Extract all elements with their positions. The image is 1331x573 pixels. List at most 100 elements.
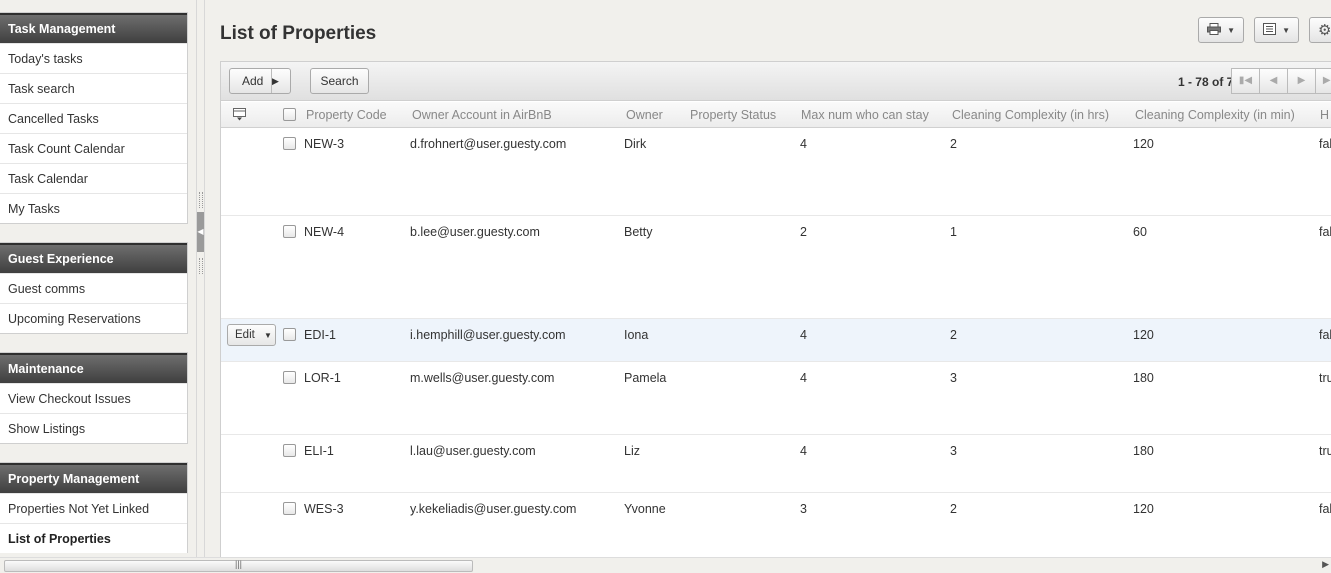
cell-property-code: NEW-3 bbox=[304, 137, 345, 151]
gear-icon: ⚙ bbox=[1318, 22, 1331, 39]
edit-button[interactable]: Edit ▼ bbox=[227, 324, 276, 346]
menu-group-title: Maintenance bbox=[0, 353, 187, 383]
column-header-max-guests[interactable]: Max num who can stay bbox=[801, 102, 929, 128]
cell-owner: Liz bbox=[624, 444, 640, 458]
cell-owner: Dirk bbox=[624, 137, 647, 151]
grip-icon: ||| bbox=[235, 559, 243, 569]
view-options-button[interactable]: ▼ bbox=[1254, 17, 1299, 43]
sidebar-item-task-count-calendar[interactable]: Task Count Calendar bbox=[0, 133, 187, 163]
cell-owner: Iona bbox=[624, 328, 649, 342]
table-row[interactable]: WES-3 y.kekeliadis@user.guesty.com Yvonn… bbox=[221, 493, 1331, 557]
cell-property-code: LOR-1 bbox=[304, 371, 341, 385]
menu-group-maintenance: Maintenance View Checkout Issues Show Li… bbox=[0, 352, 188, 444]
cell-owner: Yvonne bbox=[624, 502, 666, 516]
chevron-down-icon: ▼ bbox=[1282, 25, 1290, 35]
print-button[interactable]: ▼ bbox=[1198, 17, 1245, 43]
next-page-icon[interactable]: ▶ bbox=[1287, 68, 1316, 94]
cell-cleaning-min: 120 bbox=[1133, 328, 1154, 342]
splitter-grip bbox=[199, 258, 203, 274]
menu-group-title: Property Management bbox=[0, 463, 187, 493]
collapse-sidebar-icon[interactable]: ◀ bbox=[197, 212, 204, 252]
cell-property-code: NEW-4 bbox=[304, 225, 345, 239]
splitter-grip bbox=[199, 192, 203, 208]
cell-h: fal bbox=[1319, 137, 1331, 151]
settings-button[interactable]: ⚙ bbox=[1309, 17, 1331, 43]
first-page-icon[interactable]: ▮◀ bbox=[1231, 68, 1260, 94]
page-title: List of Properties bbox=[220, 23, 377, 44]
edit-button-label: Edit bbox=[235, 329, 255, 341]
column-header-owner[interactable]: Owner bbox=[626, 102, 663, 128]
table-row[interactable]: NEW-3 d.frohnert@user.guesty.com Dirk 4 … bbox=[221, 128, 1331, 216]
cell-cleaning-min: 120 bbox=[1133, 137, 1154, 151]
row-checkbox[interactable] bbox=[283, 444, 296, 457]
sidebar-item-show-listings[interactable]: Show Listings bbox=[0, 413, 187, 443]
sidebar-item-list-of-properties[interactable]: List of Properties bbox=[0, 523, 187, 553]
cell-cleaning-hrs: 3 bbox=[950, 444, 957, 458]
sidebar-item-task-calendar[interactable]: Task Calendar bbox=[0, 163, 187, 193]
cell-property-code: ELI-1 bbox=[304, 444, 334, 458]
cell-property-code: WES-3 bbox=[304, 502, 344, 516]
sidebar-item-properties-not-yet-linked[interactable]: Properties Not Yet Linked bbox=[0, 493, 187, 523]
prev-page-icon[interactable]: ◀ bbox=[1259, 68, 1288, 94]
table-row[interactable]: NEW-4 b.lee@user.guesty.com Betty 2 1 60… bbox=[221, 216, 1331, 319]
column-header-cleaning-hrs[interactable]: Cleaning Complexity (in hrs) bbox=[952, 102, 1109, 128]
menu-group-property-management: Property Management Properties Not Yet L… bbox=[0, 462, 188, 553]
last-page-icon[interactable]: ▶▮ bbox=[1315, 68, 1331, 94]
table-header: Property Code Owner Account in AirBnB Ow… bbox=[221, 102, 1331, 128]
cell-cleaning-hrs: 1 bbox=[950, 225, 957, 239]
column-header-property-code[interactable]: Property Code bbox=[306, 102, 387, 128]
chevron-down-icon: ▼ bbox=[264, 331, 272, 340]
cell-h: tru bbox=[1319, 371, 1331, 385]
table-row[interactable]: LOR-1 m.wells@user.guesty.com Pamela 4 3… bbox=[221, 362, 1331, 435]
row-checkbox[interactable] bbox=[283, 371, 296, 384]
sidebar-item-guest-comms[interactable]: Guest comms bbox=[0, 273, 187, 303]
cell-max-guests: 4 bbox=[800, 137, 807, 151]
horizontal-scrollbar[interactable]: ||| ▶ bbox=[0, 557, 1331, 573]
column-header-property-status[interactable]: Property Status bbox=[690, 102, 776, 128]
column-header-h[interactable]: H bbox=[1320, 102, 1329, 128]
cell-cleaning-min: 180 bbox=[1133, 371, 1154, 385]
table-row[interactable]: Edit ▼ EDI-1 i.hemphill@user.guesty.com … bbox=[221, 319, 1331, 362]
chevron-down-icon: ▼ bbox=[1227, 25, 1236, 35]
sidebar-item-upcoming-reservations[interactable]: Upcoming Reservations bbox=[0, 303, 187, 333]
cell-owner-account: d.frohnert@user.guesty.com bbox=[410, 137, 567, 151]
cell-cleaning-min: 60 bbox=[1133, 225, 1147, 239]
sidebar-item-view-checkout-issues[interactable]: View Checkout Issues bbox=[0, 383, 187, 413]
cell-owner: Betty bbox=[624, 225, 653, 239]
column-header-owner-account[interactable]: Owner Account in AirBnB bbox=[412, 102, 552, 128]
cell-owner-account: y.kekeliadis@user.guesty.com bbox=[410, 502, 577, 516]
scroll-right-icon[interactable]: ▶ bbox=[1322, 559, 1329, 570]
main-content: List of Properties ▼ ▼ ⚙ Add ▶ Search 1 … bbox=[206, 0, 1331, 573]
cell-cleaning-hrs: 3 bbox=[950, 371, 957, 385]
list-view-icon bbox=[1263, 22, 1277, 38]
cell-max-guests: 4 bbox=[800, 444, 807, 458]
cell-max-guests: 2 bbox=[800, 225, 807, 239]
printer-icon bbox=[1207, 22, 1222, 38]
row-checkbox[interactable] bbox=[283, 225, 296, 238]
sidebar-item-my-tasks[interactable]: My Tasks bbox=[0, 193, 187, 223]
sidebar-splitter[interactable]: ◀ bbox=[196, 0, 205, 573]
cell-h: tru bbox=[1319, 444, 1331, 458]
cell-cleaning-hrs: 2 bbox=[950, 502, 957, 516]
sidebar-item-cancelled-tasks[interactable]: Cancelled Tasks bbox=[0, 103, 187, 133]
table-row[interactable]: ELI-1 l.lau@user.guesty.com Liz 4 3 180 … bbox=[221, 435, 1331, 493]
select-all-checkbox[interactable] bbox=[283, 108, 296, 121]
add-button[interactable]: Add ▶ bbox=[229, 68, 291, 94]
cell-owner-account: b.lee@user.guesty.com bbox=[410, 225, 540, 239]
cell-owner: Pamela bbox=[624, 371, 667, 385]
top-tools: ▼ ▼ ⚙ bbox=[1198, 17, 1331, 43]
chevron-right-icon[interactable]: ▶ bbox=[271, 69, 290, 93]
row-checkbox[interactable] bbox=[283, 502, 296, 515]
cell-h: fal bbox=[1319, 225, 1331, 239]
sidebar-item-todays-tasks[interactable]: Today's tasks bbox=[0, 43, 187, 73]
sidebar-item-task-search[interactable]: Task search bbox=[0, 73, 187, 103]
cell-property-code: EDI-1 bbox=[304, 328, 336, 342]
column-chooser-icon[interactable] bbox=[233, 102, 246, 128]
scrollbar-thumb[interactable]: ||| bbox=[4, 559, 473, 572]
cell-h: fal bbox=[1319, 502, 1331, 516]
search-button[interactable]: Search bbox=[310, 68, 369, 94]
column-header-cleaning-min[interactable]: Cleaning Complexity (in min) bbox=[1135, 102, 1295, 128]
row-checkbox[interactable] bbox=[283, 328, 296, 341]
cell-owner-account: i.hemphill@user.guesty.com bbox=[410, 328, 566, 342]
row-checkbox[interactable] bbox=[283, 137, 296, 150]
